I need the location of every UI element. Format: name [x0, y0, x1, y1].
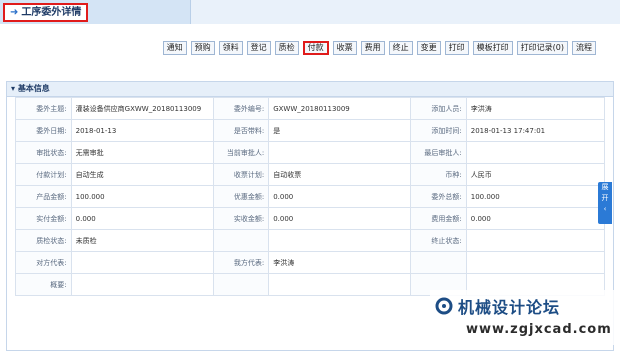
toolbar-button[interactable]: 收票: [332, 41, 357, 55]
field-value: 自动收票: [268, 163, 412, 186]
field-value: [465, 141, 606, 164]
field-value: 李洪涛: [465, 97, 606, 120]
toolbar-button[interactable]: 质检: [274, 41, 299, 55]
field-label: 收票计划:: [212, 163, 270, 186]
field-label: [212, 273, 270, 296]
toolbar-button[interactable]: 费用: [360, 41, 385, 55]
table-row: 实付金额: 0.000 实收金额: 0.000 费用金额: 0.000: [15, 207, 606, 230]
table-row: 对方代表: 我方代表: 李洪涛: [15, 251, 606, 274]
toolbar-button[interactable]: 打印记录(0): [516, 41, 568, 55]
field-label: 添加时间:: [410, 119, 467, 142]
table-row: 委外日期: 2018-01-13 是否带料: 是添加时间: 2018-01-13 17:…: [15, 119, 606, 142]
field-value: 李洪涛: [268, 251, 412, 274]
field-label: 委外日期:: [15, 119, 72, 142]
field-value: [268, 141, 412, 164]
field-value: 2018-01-13 17:47:01: [465, 119, 606, 142]
field-label: 终止状态:: [410, 229, 467, 252]
table-row: 审批状态: 无需审批 当前审批人: 最后审批人:: [15, 141, 606, 164]
toolbar-button[interactable]: 模板打印: [472, 41, 513, 55]
field-value: [70, 273, 214, 296]
field-label: 我方代表:: [212, 251, 270, 274]
table-row: 产品金额: 100.000 优惠金额: 0.000 委外总额: 100.000: [15, 185, 606, 208]
field-value: 是: [268, 119, 412, 142]
field-value: 100.000: [70, 185, 214, 208]
expand-side-tab[interactable]: 展 开 ‹: [598, 182, 612, 224]
expand-label-1: 展: [601, 183, 609, 191]
field-label: 币种:: [410, 163, 467, 186]
field-value: [268, 229, 412, 252]
section-header[interactable]: ▾ 基本信息: [7, 82, 613, 97]
arrow-right-icon: ➜: [10, 7, 19, 18]
page-title-text: 工序委外详情: [21, 7, 82, 18]
field-label: 当前审批人:: [212, 141, 270, 164]
gear-logo-icon: [435, 297, 453, 315]
field-value: 0.000: [465, 207, 606, 230]
field-label: 是否带料:: [212, 119, 270, 142]
toolbar-button[interactable]: 付款: [302, 41, 329, 55]
field-label: 产品金额:: [15, 185, 72, 208]
page-title: ➜ 工序委外详情: [3, 3, 89, 22]
action-toolbar: 通知 预购 领料 登记 质检 付款 收票 费用 终止 变更 打印 模板打印 打印记录(0) 流程: [120, 41, 596, 55]
field-label: 审批状态:: [15, 141, 72, 164]
field-value: [268, 273, 412, 296]
field-value: 0.000: [268, 185, 412, 208]
field-label: 付款计划:: [15, 163, 72, 186]
watermark: 机械设计论坛 www.zgjxcad.com: [430, 290, 615, 345]
field-value: [70, 251, 214, 274]
field-value: 灌装设备供应商GXWW_20180113009: [70, 97, 214, 120]
title-bar: ➜ 工序委外详情: [0, 0, 620, 24]
watermark-title: 机械设计论坛: [458, 298, 561, 317]
expand-label-2: 开: [601, 194, 609, 202]
detail-table: 委外主题: 灌装设备供应商GXWW_20180113009 委外编号: GXWW_20…: [15, 97, 606, 296]
field-label: 委外编号:: [212, 97, 270, 120]
field-label: 最后审批人:: [410, 141, 467, 164]
toolbar-button[interactable]: 登记: [246, 41, 271, 55]
field-value: 100.000: [465, 185, 606, 208]
field-label: 实收金额:: [212, 207, 270, 230]
field-value: GXWW_20180113009: [268, 97, 412, 120]
field-label: 对方代表:: [15, 251, 72, 274]
table-row: 质检状态: 未质检 终止状态:: [15, 229, 606, 252]
field-value: 0.000: [70, 207, 214, 230]
field-value: [465, 251, 606, 274]
table-row: 付款计划: 自动生成 收票计划: 自动收票 币种: 人民币: [15, 163, 606, 186]
section-title: 基本信息: [17, 84, 50, 93]
field-label: 实付金额:: [15, 207, 72, 230]
field-label: 概要:: [15, 273, 72, 296]
field-value: 人民币: [465, 163, 606, 186]
field-label: 委外主题:: [15, 97, 72, 120]
field-value: 2018-01-13: [70, 119, 214, 142]
field-value: 0.000: [268, 207, 412, 230]
table-row: 委外主题: 灌装设备供应商GXWW_20180113009 委外编号: GXWW_20…: [15, 97, 606, 120]
field-value: 自动生成: [70, 163, 214, 186]
toolbar-button[interactable]: 打印: [444, 41, 469, 55]
field-value: 无需审批: [70, 141, 214, 164]
toolbar-button[interactable]: 预购: [190, 41, 215, 55]
toolbar-button[interactable]: 通知: [162, 41, 187, 55]
field-value: 未质检: [70, 229, 214, 252]
toolbar-button[interactable]: 变更: [416, 41, 441, 55]
toolbar-button[interactable]: 流程: [572, 41, 596, 55]
toolbar-button[interactable]: 终止: [388, 41, 413, 55]
field-label: 质检状态:: [15, 229, 72, 252]
field-label: 添加人员:: [410, 97, 467, 120]
toolbar-button[interactable]: 领料: [218, 41, 243, 55]
chevron-left-icon: ‹: [603, 205, 607, 213]
watermark-url: www.zgjxcad.com: [466, 322, 612, 337]
field-value: [465, 229, 606, 252]
field-label: [410, 251, 467, 274]
field-label: 委外总额:: [410, 185, 467, 208]
field-label: 费用金额:: [410, 207, 467, 230]
field-label: [212, 229, 270, 252]
field-label: 优惠金额:: [212, 185, 270, 208]
